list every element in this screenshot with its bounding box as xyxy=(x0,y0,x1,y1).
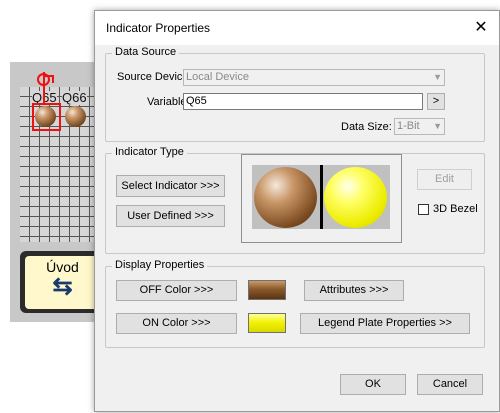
uvod-button[interactable]: Úvod ⇆ xyxy=(20,251,100,313)
variable-label: Variable xyxy=(147,96,187,108)
select-indicator-button[interactable]: Select Indicator >>> xyxy=(116,175,225,197)
data-source-title: Data Source xyxy=(112,46,180,58)
variable-browse-button[interactable]: > xyxy=(427,93,445,110)
off-color-button[interactable]: OFF Color >>> xyxy=(116,280,237,301)
selection-box xyxy=(32,103,61,131)
display-properties-title: Display Properties xyxy=(112,259,208,271)
close-icon[interactable]: ✕ xyxy=(463,11,499,45)
off-state-preview xyxy=(254,167,317,228)
user-defined-button[interactable]: User Defined >>> xyxy=(116,205,225,227)
on-color-swatch[interactable] xyxy=(248,313,286,333)
data-size-label: Data Size: xyxy=(341,121,392,133)
cancel-button[interactable]: Cancel xyxy=(417,374,483,395)
3d-bezel-label: 3D Bezel xyxy=(433,203,478,215)
data-size-select[interactable]: 1-Bit ▼ xyxy=(394,118,445,135)
title-bar: Indicator Properties ✕ xyxy=(95,11,499,45)
source-device-label: Source Device: xyxy=(117,71,192,83)
indicator-label-q66: Q66 xyxy=(62,90,87,105)
preview-divider xyxy=(320,165,323,229)
3d-bezel-checkbox[interactable] xyxy=(418,204,429,215)
variable-input[interactable]: Q65 xyxy=(183,93,423,110)
ok-button[interactable]: OK xyxy=(340,374,406,395)
on-state-preview xyxy=(324,167,387,228)
chevron-down-icon: ▼ xyxy=(433,72,442,82)
source-device-value: Local Device xyxy=(186,71,249,83)
chevron-down-icon: ▼ xyxy=(433,121,442,131)
attributes-button[interactable]: Attributes >>> xyxy=(304,280,404,301)
indicator-preview xyxy=(241,154,402,243)
dialog-title: Indicator Properties xyxy=(106,21,211,35)
selection-tick-vertical xyxy=(52,75,54,83)
indicator-preview-area xyxy=(252,165,390,229)
swap-arrows-icon: ⇆ xyxy=(52,273,73,300)
on-color-button[interactable]: ON Color >>> xyxy=(116,313,237,334)
source-device-select[interactable]: Local Device ▼ xyxy=(183,69,445,86)
uvod-button-face: Úvod ⇆ xyxy=(25,256,100,309)
edit-button[interactable]: Edit xyxy=(417,169,472,190)
off-color-swatch[interactable] xyxy=(248,280,286,300)
variable-value: Q65 xyxy=(186,95,207,107)
indicator-q66[interactable] xyxy=(65,106,86,127)
legend-plate-properties-button[interactable]: Legend Plate Properties >> xyxy=(300,313,470,334)
data-size-value: 1-Bit xyxy=(397,120,420,132)
display-properties-group: Display Properties xyxy=(105,259,485,348)
indicator-type-title: Indicator Type xyxy=(112,146,187,158)
